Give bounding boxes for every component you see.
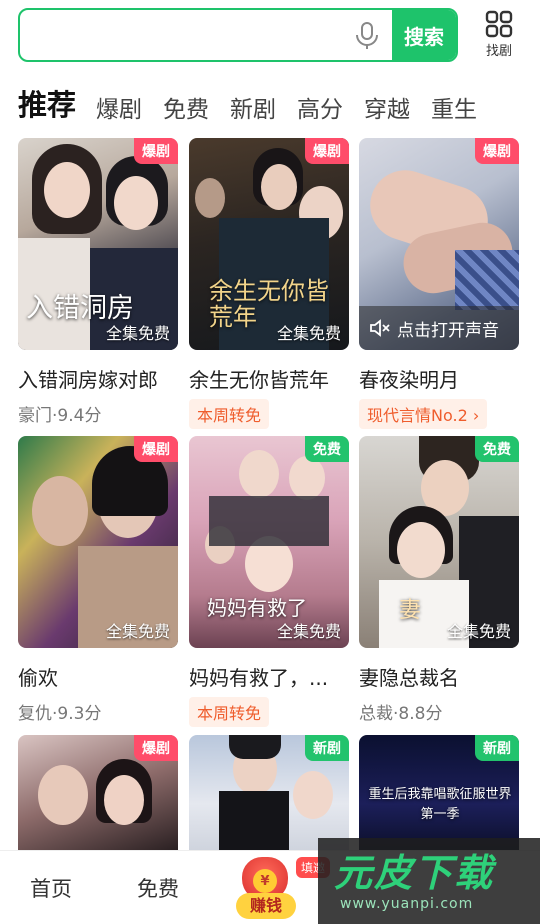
search-input[interactable] [20, 10, 390, 60]
weekly-free-tag: 本周转免 [189, 697, 270, 727]
tab-new[interactable]: 新剧 [230, 90, 276, 124]
nav-earn-money[interactable]: ¥ 赚钱 [236, 857, 298, 919]
free-badge: 免费 [305, 436, 349, 462]
earn-money-label: 赚钱 [236, 893, 296, 919]
tab-rebirth[interactable]: 重生 [431, 90, 477, 124]
tab-recommend[interactable]: 推荐 [18, 82, 76, 124]
nav-home[interactable]: 首页 [30, 873, 72, 903]
tab-time-travel[interactable]: 穿越 [364, 90, 410, 124]
drama-poster[interactable]: 爆剧 全集免费 [18, 436, 178, 648]
drama-poster[interactable]: 重生后我靠唱歌征服世界 第一季 新剧 [359, 735, 519, 850]
drama-title: 偷欢 [18, 666, 58, 690]
drama-title: 春夜染明月 [359, 368, 459, 392]
drama-poster[interactable]: 入错洞房 爆剧 全集免费 [18, 138, 178, 350]
drama-poster[interactable]: 妻 免费 全集免费 [359, 436, 519, 648]
tab-free[interactable]: 免费 [163, 90, 209, 124]
hot-badge: 爆剧 [134, 436, 178, 462]
drama-card[interactable]: 妈妈有救了 免费 全集免费 妈妈有救了，... 本周转免 [189, 436, 349, 727]
poster-art-title: 妻 [399, 598, 422, 623]
drama-card[interactable]: 爆剧 全集免费 偷欢 复仇·9.3分 [18, 436, 178, 724]
drama-title: 余生无你皆荒年 [189, 368, 329, 392]
tab-high-score[interactable]: 高分 [297, 90, 343, 124]
category-tabs: 推荐 爆剧 免费 新剧 高分 穿越 重生 [18, 82, 540, 126]
hot-badge: 爆剧 [305, 138, 349, 164]
drama-poster[interactable]: 余生无你皆荒年 爆剧 全集免费 [189, 138, 349, 350]
find-drama-button[interactable]: 找剧 [474, 8, 524, 62]
drama-meta: 豪门·9.4分 [18, 406, 102, 426]
drama-poster[interactable]: 新剧 [189, 735, 349, 850]
free-badge: 免费 [475, 436, 519, 462]
ranking-tag[interactable]: 现代言情No.2 › [359, 399, 488, 429]
drama-title: 妈妈有救了，... [189, 666, 329, 690]
poster-art-title: 妈妈有救了 [207, 596, 307, 620]
mute-icon [370, 319, 390, 337]
drama-card[interactable]: 爆剧 点击打开声音 春夜染明月 现代言情No.2 › [359, 138, 519, 429]
full-free-label: 全集免费 [446, 622, 511, 641]
watermark-logo-text: 元皮下载 [334, 851, 495, 895]
drama-poster[interactable]: 妈妈有救了 免费 全集免费 [189, 436, 349, 648]
drama-card[interactable]: 重生后我靠唱歌征服世界 第一季 新剧 [359, 735, 519, 850]
nav-free[interactable]: 免费 [137, 873, 179, 903]
new-badge: 新剧 [475, 735, 519, 761]
full-free-label: 全集免费 [276, 622, 341, 641]
full-free-label: 全集免费 [105, 622, 170, 641]
drama-poster[interactable]: 爆剧 点击打开声音 [359, 138, 519, 350]
drama-meta: 总裁·8.8分 [359, 704, 443, 724]
watermark: 元皮下载 www.yuanpi.com [318, 838, 540, 924]
microphone-icon[interactable] [354, 22, 380, 50]
full-free-label: 全集免费 [276, 324, 341, 343]
unmute-button[interactable]: 点击打开声音 [359, 306, 519, 350]
poster-art-title: 重生后我靠唱歌征服世界 第一季 [368, 787, 512, 822]
tab-hot[interactable]: 爆剧 [96, 90, 142, 124]
search-bar: 搜索 [18, 8, 458, 62]
drama-card[interactable]: 新剧 [189, 735, 349, 850]
drama-card[interactable]: 爆剧 [18, 735, 178, 850]
watermark-url: www.yuanpi.com [340, 896, 474, 912]
hot-badge: 爆剧 [134, 735, 178, 761]
hot-badge: 爆剧 [475, 138, 519, 164]
drama-card[interactable]: 妻 免费 全集免费 妻隐总裁名 总裁·8.8分 [359, 436, 519, 724]
find-drama-label: 找剧 [485, 44, 512, 59]
grid-icon [485, 10, 513, 38]
weekly-free-tag: 本周转免 [189, 399, 270, 429]
drama-card[interactable]: 余生无你皆荒年 爆剧 全集免费 余生无你皆荒年 本周转免 [189, 138, 349, 429]
drama-poster[interactable]: 爆剧 [18, 735, 178, 850]
drama-title: 妻隐总裁名 [359, 666, 459, 690]
hot-badge: 爆剧 [134, 138, 178, 164]
coin-icon: ¥ [253, 869, 277, 893]
search-button[interactable]: 搜索 [392, 10, 456, 60]
unmute-label: 点击打开声音 [397, 320, 499, 341]
full-free-label: 全集免费 [105, 324, 170, 343]
drama-meta: 复仇·9.3分 [18, 704, 102, 724]
drama-card[interactable]: 入错洞房 爆剧 全集免费 入错洞房嫁对郎 豪门·9.4分 [18, 138, 178, 426]
drama-title: 入错洞房嫁对郎 [18, 368, 158, 392]
new-badge: 新剧 [305, 735, 349, 761]
